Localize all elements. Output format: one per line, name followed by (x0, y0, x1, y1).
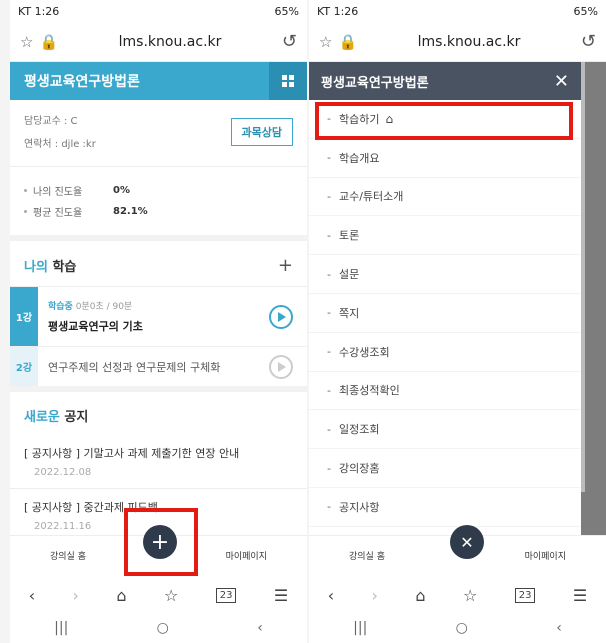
menu-item-message[interactable]: - 쪽지 (309, 294, 581, 333)
menu-icon[interactable]: ☰ (573, 586, 587, 605)
grid-icon (282, 75, 294, 87)
phone-screen-right: KT 1:26 65% ☆ 🔒 lms.knou.ac.kr ↺ 평생교육연구방… (309, 0, 606, 643)
home-nav-icon[interactable]: ○ (157, 620, 169, 636)
highlight-box (315, 102, 573, 140)
lesson-number: 1강 (10, 287, 38, 346)
status-bar: KT 1:26 65% (10, 0, 307, 22)
progress-row: 나의 진도율 0% (24, 183, 293, 198)
close-icon[interactable]: ✕ (554, 71, 569, 92)
bookmark-star-icon[interactable]: ☆ (20, 33, 33, 51)
lesson-title: 평생교육연구의 기초 (48, 320, 143, 333)
url-text[interactable]: lms.knou.ac.kr (418, 34, 521, 50)
menu-icon[interactable]: ☰ (274, 586, 288, 605)
phone-screen-left: KT 1:26 65% ☆ 🔒 lms.knou.ac.kr ↺ 평생교육연구방… (10, 0, 307, 643)
url-text[interactable]: lms.knou.ac.kr (119, 34, 222, 50)
menu-item-grades[interactable]: - 최종성적확인 (309, 372, 581, 411)
forward-icon[interactable]: › (372, 586, 378, 605)
home-nav-icon[interactable]: ○ (456, 620, 468, 636)
menu-item-notice[interactable]: - 공지사항 (309, 488, 581, 527)
back-icon[interactable]: ‹ (29, 586, 35, 605)
my-study-header: 나의 학습 + (24, 255, 293, 276)
status-bar: KT 1:26 65% (309, 0, 606, 22)
menu-item-lecture-home[interactable]: - 강의장홈 (309, 449, 581, 488)
menu-item-professor[interactable]: - 교수/튜터소개 (309, 178, 581, 217)
comparison-stage: KT 1:26 65% ☆ 🔒 lms.knou.ac.kr ↺ 평생교육연구방… (0, 0, 606, 643)
menu-scrollbar[interactable] (581, 62, 585, 492)
lesson-number: 2강 (10, 347, 38, 386)
menu-title: 평생교육연구방법론 (321, 75, 429, 91)
home-icon[interactable]: ⌂ (116, 586, 126, 605)
system-nav-bar: ||| ○ ‹ (309, 612, 606, 643)
consult-button[interactable]: 과목상담 (230, 118, 293, 146)
recents-icon[interactable]: ||| (353, 620, 367, 636)
carrier-time: KT 1:26 (18, 4, 60, 18)
back-nav-icon[interactable]: ‹ (257, 620, 263, 636)
menu-header: 평생교육연구방법론 ✕ (309, 62, 581, 100)
professor-info: 담당교수 : C 연락처 : djle :kr 과목상담 (10, 100, 307, 167)
notice-item[interactable]: [ 공지사항 ] 기말고사 과제 제출기한 연장 안내 2022.12.08 (10, 435, 307, 489)
lesson-row[interactable]: 1강 학습중 0분0초 / 90분 평생교육연구의 기초 (10, 286, 307, 346)
lock-icon: 🔒 (338, 32, 358, 51)
browser-url-bar: ☆ 🔒 lms.knou.ac.kr ↺ (10, 22, 307, 62)
play-icon[interactable] (269, 304, 293, 329)
close-fab-button[interactable]: ✕ (450, 525, 484, 559)
notice-header: 새로운 공지 (24, 410, 89, 425)
menu-item-overview[interactable]: - 학습개요 (309, 139, 581, 178)
menu-item-discussion[interactable]: - 토론 (309, 216, 581, 256)
course-header: 평생교육연구방법론 (10, 62, 307, 100)
highlight-box (124, 508, 198, 576)
back-nav-icon[interactable]: ‹ (556, 620, 562, 636)
back-icon[interactable]: ‹ (328, 586, 334, 605)
system-nav-bar: ||| ○ ‹ (10, 612, 307, 643)
tab-classroom-home[interactable]: 강의실 홈 (50, 549, 86, 562)
menu-item-schedule[interactable]: - 일정조회 (309, 410, 581, 450)
menu-item-survey[interactable]: - 설문 (309, 255, 581, 294)
course-title: 평생교육연구방법론 (24, 74, 140, 90)
add-icon[interactable]: + (278, 255, 293, 276)
home-icon[interactable]: ⌂ (415, 586, 425, 605)
battery-level: 65% (274, 4, 299, 18)
tabs-icon[interactable]: 23 (514, 587, 536, 603)
browser-toolbar: ‹ › ⌂ ☆ 23 ☰ (309, 578, 606, 612)
lesson-row[interactable]: 2강 연구주제의 선정과 연구문제의 구체화 (10, 346, 307, 386)
lesson-status: 학습중 0분0초 / 90분 (48, 302, 133, 312)
grid-menu-button[interactable] (269, 62, 307, 100)
bookmark-star-icon[interactable]: ☆ (319, 33, 332, 51)
tab-mypage[interactable]: 마이페이지 (226, 549, 267, 562)
progress-section: 나의 진도율 0% 평균 진도율 82.1% (10, 167, 307, 241)
lesson-title: 연구주제의 선정과 연구문제의 구체화 (48, 360, 221, 374)
bookmarks-icon[interactable]: ☆ (164, 586, 178, 605)
browser-url-bar: ☆ 🔒 lms.knou.ac.kr ↺ (309, 22, 606, 62)
lock-icon: 🔒 (39, 32, 59, 51)
browser-toolbar: ‹ › ⌂ ☆ 23 ☰ (10, 578, 307, 612)
bookmarks-icon[interactable]: ☆ (463, 586, 477, 605)
recents-icon[interactable]: ||| (54, 620, 68, 636)
progress-row: 평균 진도율 82.1% (24, 204, 293, 219)
play-icon[interactable] (269, 354, 293, 379)
tabs-icon[interactable]: 23 (215, 587, 237, 603)
reload-icon[interactable]: ↺ (581, 31, 596, 52)
reload-icon[interactable]: ↺ (282, 31, 297, 52)
forward-icon[interactable]: › (73, 586, 79, 605)
menu-item-students[interactable]: - 수강생조회 (309, 333, 581, 372)
